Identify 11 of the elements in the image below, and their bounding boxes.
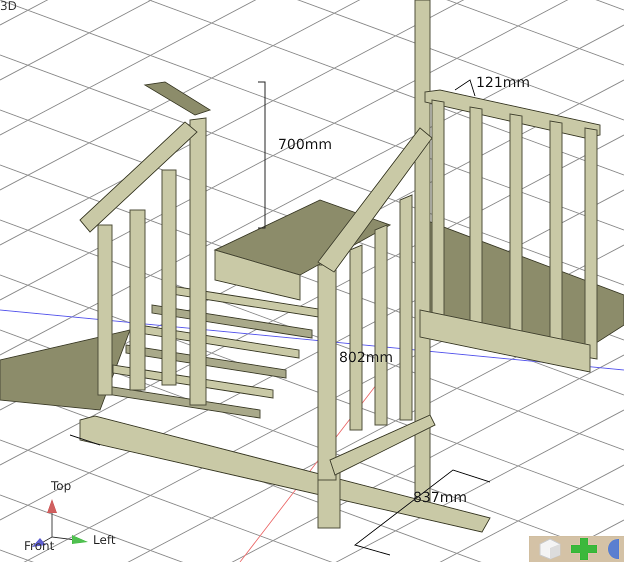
- axis-label: Top: [51, 480, 72, 492]
- dimension-label: 700mm: [278, 138, 332, 152]
- dimension-label: 121mm: [476, 76, 530, 90]
- cube-icon[interactable]: [537, 536, 563, 562]
- axis-label: Left: [93, 534, 116, 546]
- leader-line: [70, 434, 100, 446]
- view-label: 3D: [0, 0, 17, 12]
- globe-icon[interactable]: [605, 536, 619, 562]
- axis-label: Front: [24, 540, 54, 552]
- leader-line: [454, 79, 476, 96]
- add-icon[interactable]: [569, 536, 599, 562]
